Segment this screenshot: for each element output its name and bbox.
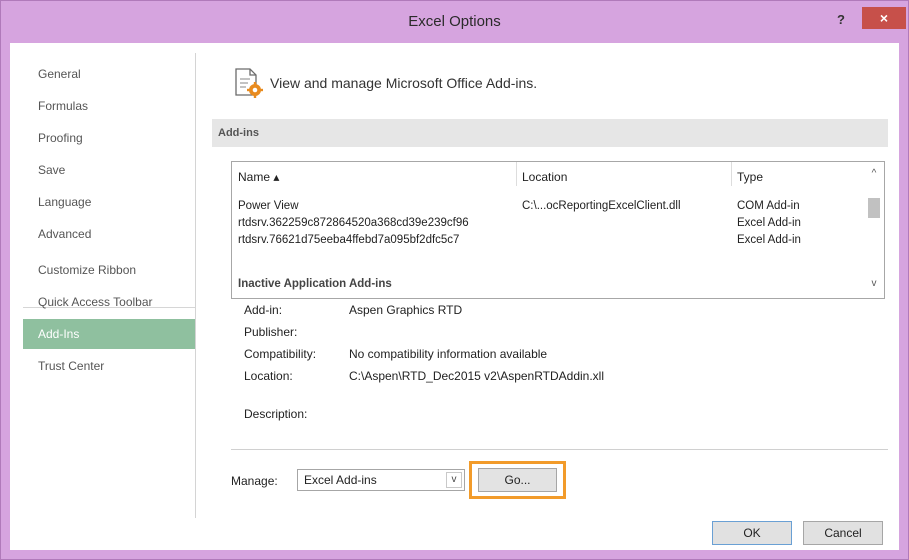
sidebar-item-add-ins[interactable]: Add-Ins <box>23 319 195 349</box>
scroll-up-arrow-icon[interactable]: ^ <box>864 168 884 184</box>
addin-type: Excel Add-in <box>737 234 801 246</box>
sidebar-item-general[interactable]: General <box>23 59 195 89</box>
add-ins-section-title: Add-ins <box>212 119 888 147</box>
scroll-down-arrow-icon[interactable]: v <box>864 278 884 294</box>
manage-dropdown[interactable]: Excel Add-ins v <box>297 469 465 491</box>
sidebar-item-advanced[interactable]: Advanced <box>23 219 195 249</box>
close-button[interactable]: × <box>862 7 906 29</box>
location-value: C:\Aspen\RTD_Dec2015 v2\AspenRTDAddin.xl… <box>349 369 605 383</box>
manage-dropdown-value: Excel Add-ins <box>304 473 377 487</box>
window-title: Excel Options <box>408 13 501 30</box>
sidebar-item-save[interactable]: Save <box>23 155 195 185</box>
column-separator[interactable] <box>516 162 517 186</box>
sidebar-item-language[interactable]: Language <box>23 187 195 217</box>
add-ins-table: Name ▴ Location Type Power View C:\...oc… <box>231 161 885 299</box>
panel-heading: View and manage Microsoft Office Add-ins… <box>270 75 538 91</box>
add-ins-panel: View and manage Microsoft Office Add-ins… <box>204 53 894 523</box>
addin-location: C:\...ocReportingExcelClient.dll <box>522 200 681 212</box>
options-sidebar: General Formulas Proofing Save Language … <box>23 53 196 518</box>
ok-button[interactable]: OK <box>712 521 792 545</box>
column-header-name[interactable]: Name ▴ <box>238 170 279 184</box>
window-frame-right <box>899 43 908 559</box>
addin-name: rtdsrv.76621d75eeba4ffebd7a095bf2dfc5c7 <box>238 234 460 246</box>
column-separator[interactable] <box>731 162 732 186</box>
excel-options-dialog: Excel Options ? × General Formulas Proof… <box>0 0 909 560</box>
sidebar-item-trust-center[interactable]: Trust Center <box>23 351 195 381</box>
column-header-type[interactable]: Type <box>737 170 763 184</box>
table-row[interactable]: rtdsrv.76621d75eeba4ffebd7a095bf2dfc5c7 … <box>232 234 862 252</box>
compatibility-label: Compatibility: <box>244 347 317 361</box>
scroll-thumb[interactable] <box>868 198 880 218</box>
description-label: Description: <box>244 407 308 421</box>
window-frame-bottom <box>1 550 908 559</box>
chevron-down-icon[interactable]: v <box>446 472 462 488</box>
addin-value: Aspen Graphics RTD <box>349 303 463 317</box>
sidebar-item-customize-ribbon[interactable]: Customize Ribbon <box>23 255 195 285</box>
table-scrollbar[interactable]: ^ v <box>864 162 884 298</box>
location-label: Location: <box>244 369 293 383</box>
sidebar-item-proofing[interactable]: Proofing <box>23 123 195 153</box>
compatibility-value: No compatibility information available <box>349 347 548 361</box>
sidebar-item-formulas[interactable]: Formulas <box>23 91 195 121</box>
help-button[interactable]: ? <box>831 11 851 31</box>
publisher-label: Publisher: <box>244 325 298 339</box>
window-frame-left <box>1 43 10 559</box>
addin-name: Power View <box>238 200 299 212</box>
manage-separator <box>231 449 888 450</box>
sidebar-item-quick-access-toolbar[interactable]: Quick Access Toolbar <box>23 287 195 317</box>
inactive-add-ins-group-header: Inactive Application Add-ins <box>238 278 392 290</box>
addin-name: rtdsrv.362259c872864520a368cd39e239cf96 <box>238 217 469 229</box>
addin-type: COM Add-in <box>737 200 800 212</box>
title-bar: Excel Options ? × <box>1 1 908 43</box>
table-row[interactable]: rtdsrv.362259c872864520a368cd39e239cf96 … <box>232 217 862 235</box>
add-in-details: Add-in: Aspen Graphics RTD Publisher: Co… <box>244 303 884 433</box>
addin-type: Excel Add-in <box>737 217 801 229</box>
add-ins-gear-icon <box>232 67 264 99</box>
addin-label: Add-in: <box>244 303 283 317</box>
column-header-location[interactable]: Location <box>522 170 567 184</box>
go-button[interactable]: Go... <box>478 468 557 492</box>
manage-label: Manage: <box>231 474 278 488</box>
cancel-button[interactable]: Cancel <box>803 521 883 545</box>
table-row[interactable]: Power View C:\...ocReportingExcelClient.… <box>232 200 862 218</box>
